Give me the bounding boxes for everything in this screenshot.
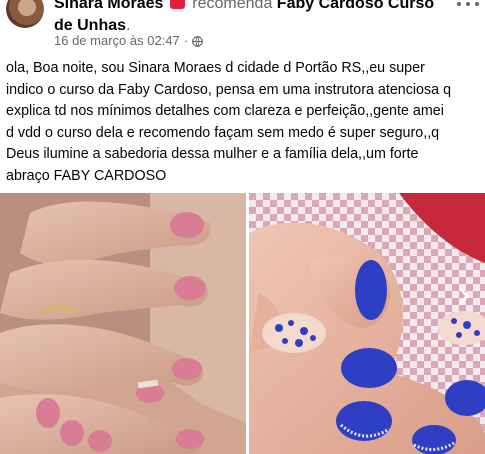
photo-pink-nails[interactable] bbox=[0, 193, 246, 454]
post-header: Sinara Moraes recomenda Faby Cardoso Cur… bbox=[0, 0, 485, 56]
photo-blue-nails[interactable] bbox=[249, 193, 485, 454]
post-body-text: ola, Boa noite, sou Sinara Moraes d cida… bbox=[6, 60, 452, 184]
post-timestamp-link[interactable]: 16 de março às 02:47 bbox=[54, 33, 180, 48]
post-meta: 16 de março às 02:47 · bbox=[54, 33, 203, 48]
recommends-label: recomenda bbox=[192, 0, 273, 12]
page-name-suffix: . bbox=[126, 17, 131, 34]
more-options-button[interactable] bbox=[457, 0, 479, 12]
globe-icon bbox=[192, 35, 203, 47]
author-name-link[interactable]: Sinara Moraes bbox=[54, 0, 163, 12]
recommend-heart-icon bbox=[169, 0, 185, 9]
more-horizontal-icon bbox=[457, 2, 461, 6]
photo-grid bbox=[0, 193, 485, 454]
meta-separator: · bbox=[183, 33, 189, 48]
avatar[interactable] bbox=[6, 0, 44, 28]
post-title-line: Sinara Moraes recomenda Faby Cardoso Cur… bbox=[54, 0, 444, 37]
